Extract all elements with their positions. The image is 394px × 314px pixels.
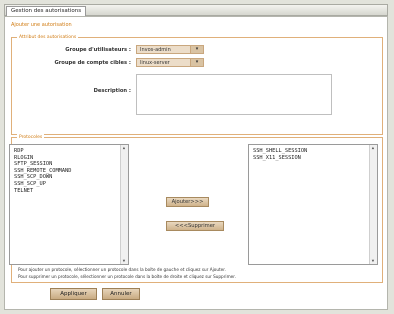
list-item[interactable]: SSH_SCP_UP — [14, 181, 124, 188]
help-add-text: Pour ajouter un protocole, sélectionner … — [18, 267, 226, 272]
list-item[interactable]: SSH_X11_SESSION — [253, 155, 373, 162]
group-label: Groupe d'utilisateurs : — [65, 47, 131, 53]
help-remove-text: Pour supprimer un protocole, sélectionne… — [18, 274, 236, 279]
remove-button[interactable]: <<<Supprimer — [166, 221, 224, 231]
description-field[interactable] — [136, 74, 332, 115]
scrollbar[interactable]: ▲ ▼ — [120, 145, 128, 264]
target-label: Groupe de compte cibles : — [54, 60, 131, 66]
selected-protocols-list[interactable]: SSH_SHELL_SESSION SSH_X11_SESSION ▲ ▼ — [248, 144, 378, 265]
chevron-down-icon: ▾ — [190, 59, 203, 66]
section-title: Ajouter une autorisation — [11, 22, 72, 28]
list-item[interactable]: SSH_REMOTE_COMMAND — [14, 168, 124, 175]
protocols-legend: Protocoles — [17, 134, 45, 141]
cancel-button[interactable]: Annuler — [102, 288, 140, 300]
window-titlebar: Gestion des autorisations — [4, 4, 388, 17]
apply-button[interactable]: Appliquer — [50, 288, 97, 300]
scroll-down-icon[interactable]: ▼ — [121, 258, 127, 264]
scroll-up-icon[interactable]: ▲ — [121, 145, 127, 151]
list-item[interactable]: SSH_SCP_DOWN — [14, 174, 124, 181]
protocols-fieldset: Protocoles RDP RLOGIN SFTP_SESSION SSH_R… — [9, 134, 383, 283]
chevron-down-icon: ▾ — [190, 46, 203, 53]
group-select[interactable]: Invos-admin ▾ — [136, 45, 204, 54]
main-panel: Ajouter une autorisation Attribut des au… — [4, 16, 388, 310]
list-item[interactable]: RLOGIN — [14, 155, 124, 162]
list-item[interactable]: RDP — [14, 148, 124, 155]
target-select-value: linux-server — [140, 60, 170, 66]
list-item[interactable]: SFTP_SESSION — [14, 161, 124, 168]
attributes-legend: Attribut des autorisations — [17, 34, 79, 41]
available-protocols-list[interactable]: RDP RLOGIN SFTP_SESSION SSH_REMOTE_COMMA… — [9, 144, 129, 265]
list-item[interactable]: SSH_SHELL_SESSION — [253, 148, 373, 155]
group-select-value: Invos-admin — [140, 47, 171, 53]
scroll-down-icon[interactable]: ▼ — [370, 258, 376, 264]
list-item[interactable]: TELNET — [14, 188, 124, 195]
scroll-up-icon[interactable]: ▲ — [370, 145, 376, 151]
scrollbar[interactable]: ▲ ▼ — [369, 145, 377, 264]
target-select[interactable]: linux-server ▾ — [136, 58, 204, 67]
add-button[interactable]: Ajouter>>> — [166, 197, 209, 207]
description-label: Description : — [93, 88, 131, 94]
attributes-fieldset: Attribut des autorisations Groupe d'util… — [11, 34, 383, 135]
